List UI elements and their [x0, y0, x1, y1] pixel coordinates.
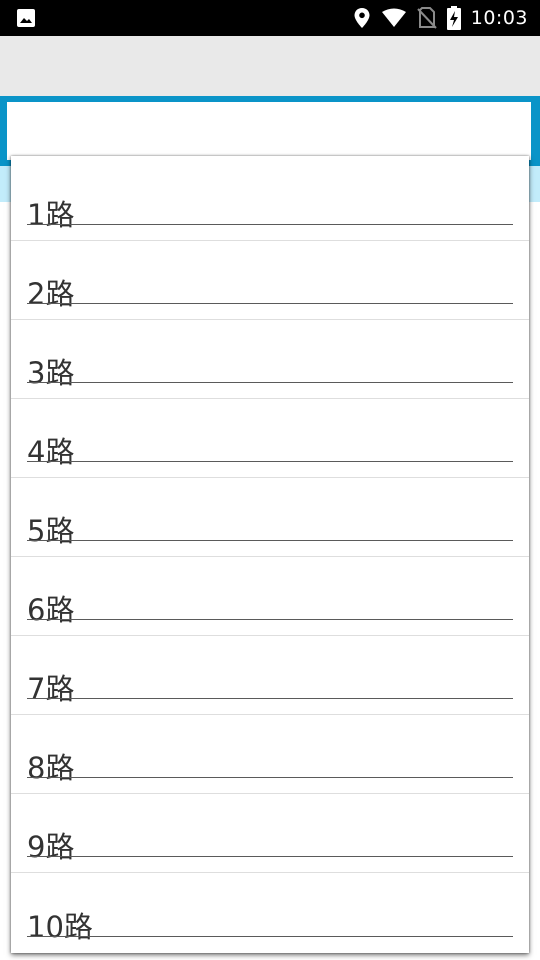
gallery-icon: [17, 9, 35, 27]
search-input[interactable]: [7, 102, 531, 160]
app-bar: [0, 36, 540, 96]
route-option-label: 6路: [27, 593, 75, 627]
route-option-underline: [27, 856, 513, 857]
route-option-underline: [27, 936, 513, 937]
battery-charging-icon: [446, 6, 461, 30]
route-option-underline: [27, 224, 513, 225]
route-option[interactable]: 6路: [11, 557, 529, 636]
status-time: 10:03: [470, 7, 528, 29]
route-option-label: 7路: [27, 672, 75, 706]
status-bar: 10:03: [0, 0, 540, 36]
route-option-underline: [27, 777, 513, 778]
no-sim-icon: [417, 7, 437, 29]
route-option-label: 8路: [27, 751, 75, 785]
route-option-underline: [27, 619, 513, 620]
route-option[interactable]: 1路: [11, 156, 529, 241]
route-option-label: 3路: [27, 356, 75, 390]
route-option-label: 2路: [27, 277, 75, 311]
route-option-underline: [27, 303, 513, 304]
route-option-label: 5路: [27, 514, 75, 548]
route-option-label: 9路: [27, 830, 75, 864]
route-option[interactable]: 10路: [11, 873, 529, 952]
route-option[interactable]: 7路: [11, 636, 529, 715]
route-option[interactable]: 4路: [11, 399, 529, 478]
route-option-underline: [27, 461, 513, 462]
route-option[interactable]: 3路: [11, 320, 529, 399]
route-dropdown[interactable]: 1路 2路 3路 4路 5路 6路 7路 8路 9路 10路: [11, 156, 529, 953]
route-option[interactable]: 5路: [11, 478, 529, 557]
route-option[interactable]: 2路: [11, 241, 529, 320]
route-option-label: 10路: [27, 910, 93, 944]
route-option[interactable]: 8路: [11, 715, 529, 794]
route-option-label: 1路: [27, 198, 75, 232]
location-pin-icon: [354, 8, 370, 28]
screen: 10:03 1路 2路 3路 4路 5路 6路 7路 8路 9路 10路: [0, 0, 540, 960]
route-option-label: 4路: [27, 435, 75, 469]
route-option-underline: [27, 540, 513, 541]
wifi-icon: [381, 8, 406, 27]
status-icons: 10:03: [353, 0, 528, 36]
route-option[interactable]: 9路: [11, 794, 529, 873]
route-option-underline: [27, 698, 513, 699]
route-option-underline: [27, 382, 513, 383]
